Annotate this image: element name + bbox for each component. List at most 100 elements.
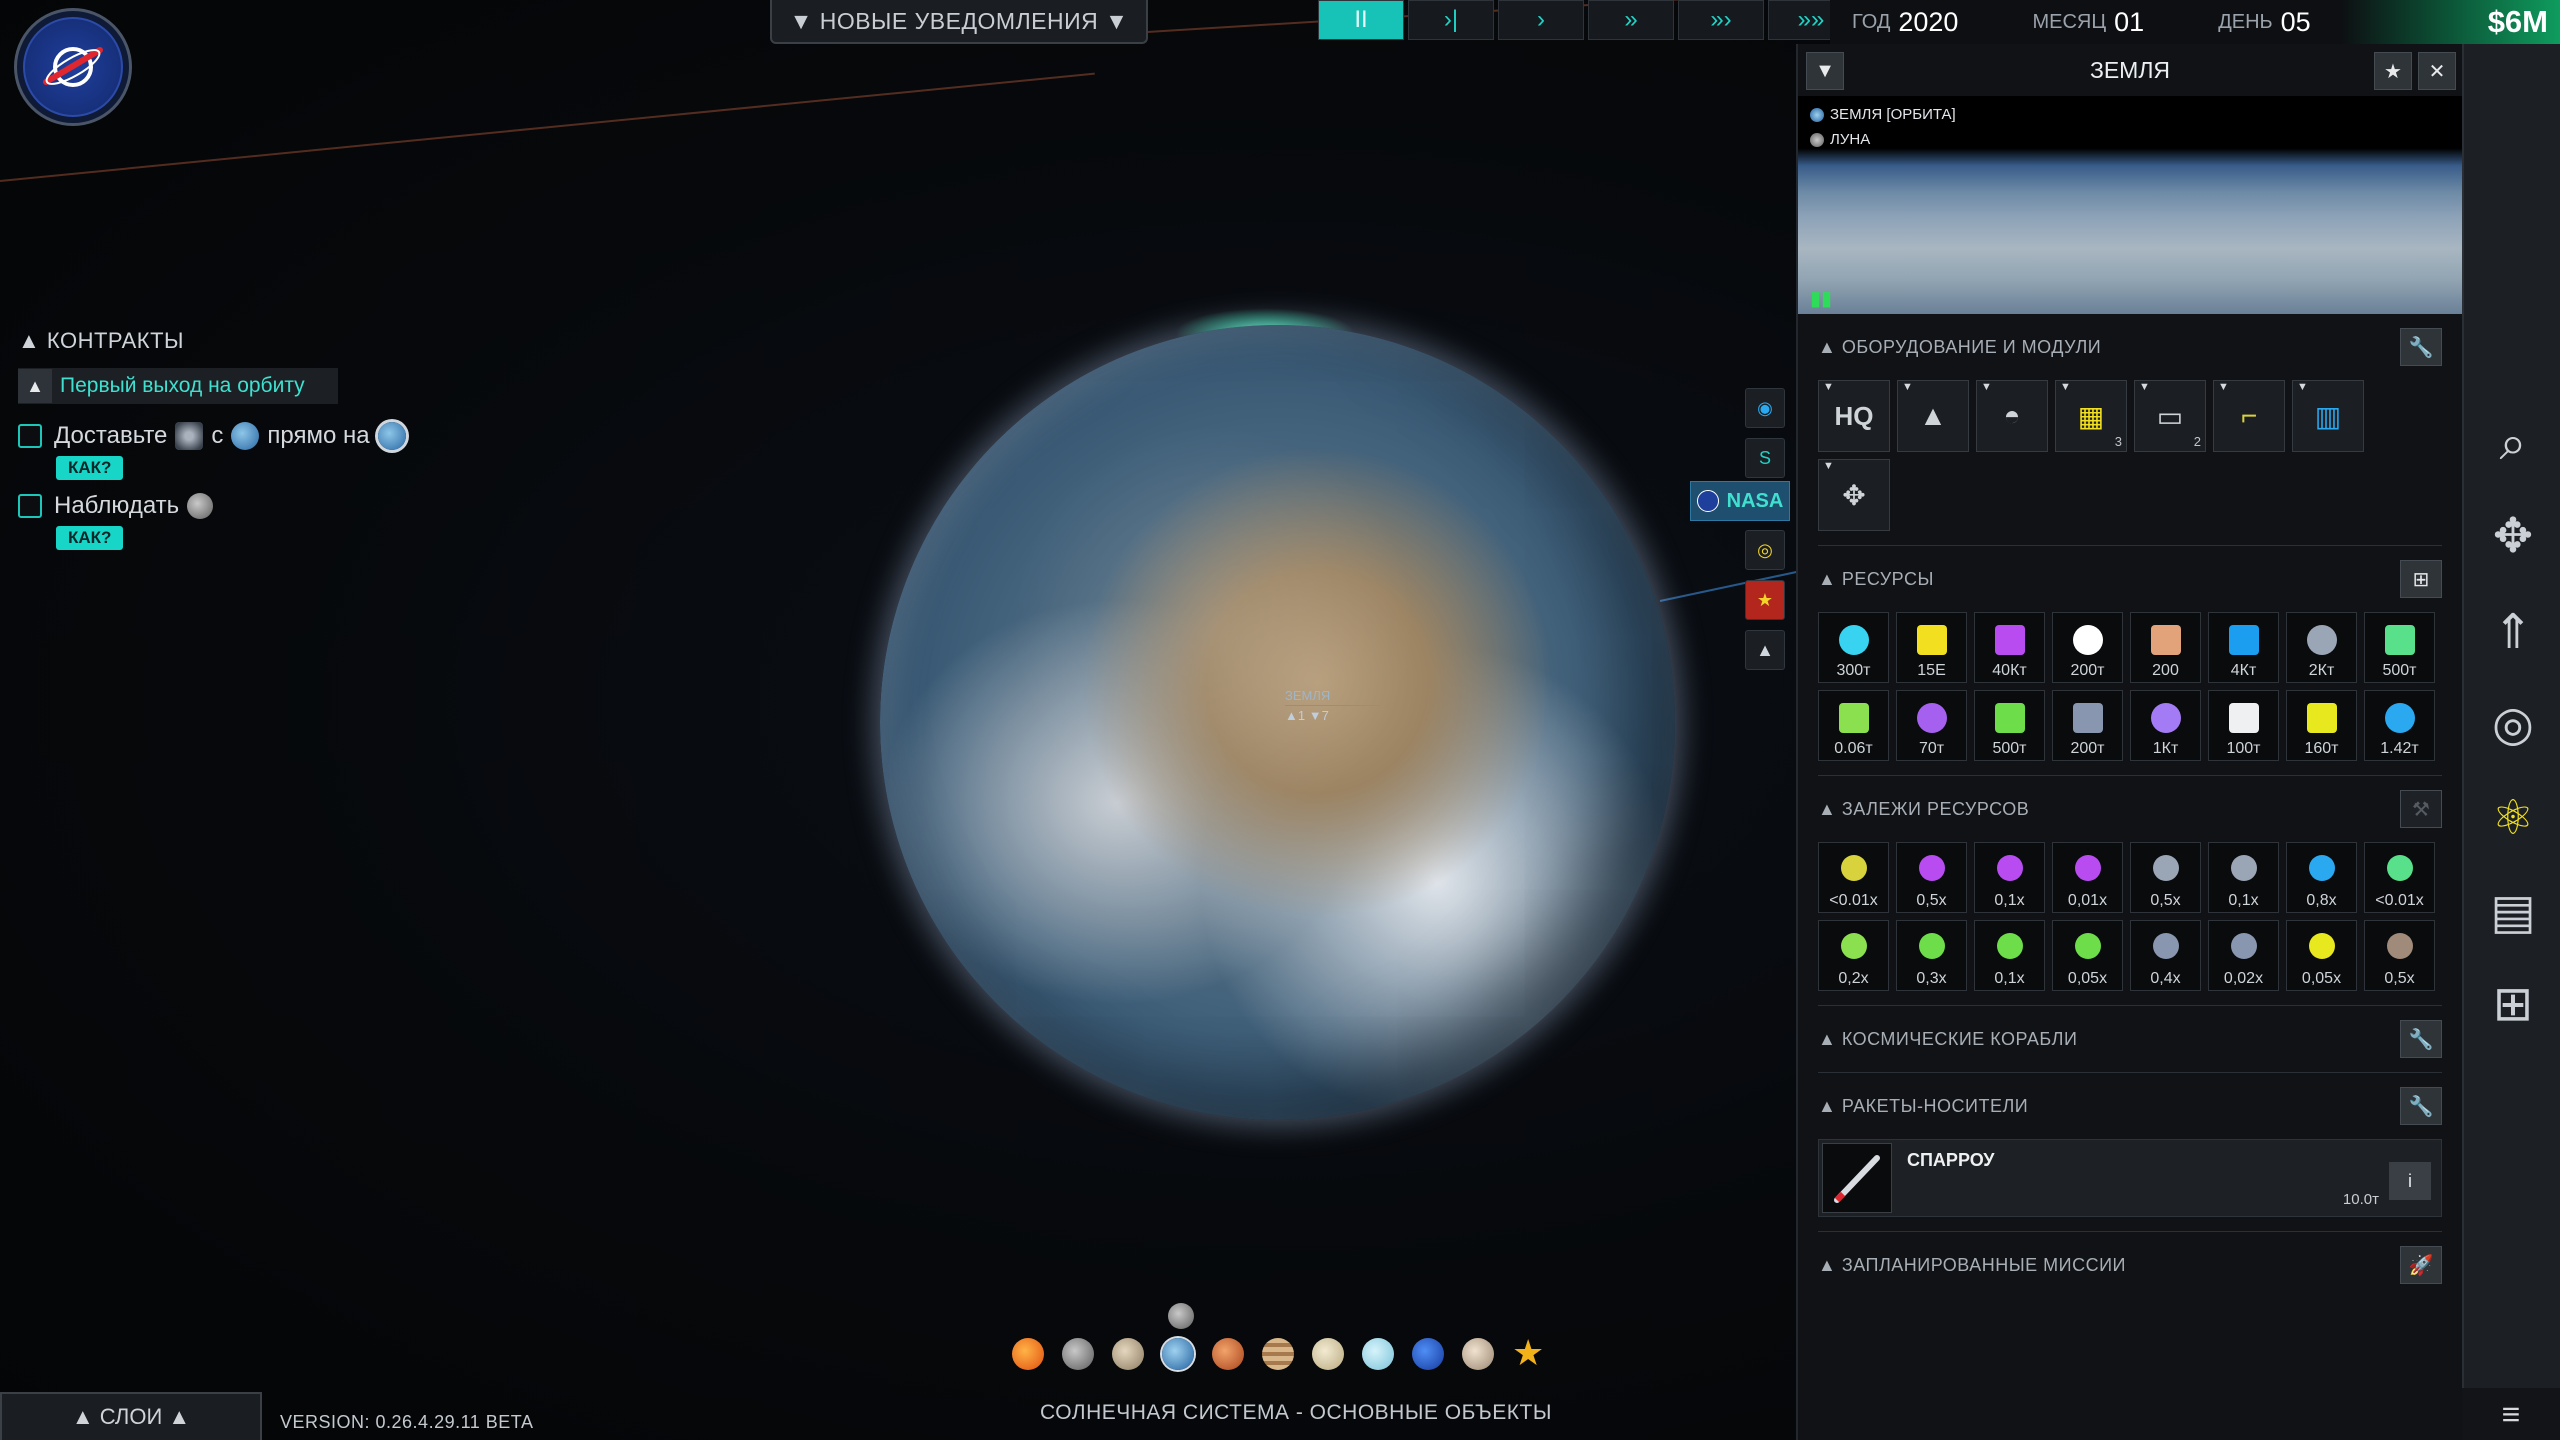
deposit-cell[interactable]: 0,05x <box>2052 920 2123 991</box>
collapse-icon[interactable]: ▲ <box>18 369 52 403</box>
deposit-cell[interactable]: 0,5x <box>2364 920 2435 991</box>
earth-planet[interactable] <box>880 325 1675 1120</box>
resource-network[interactable]: 70т <box>1896 690 1967 761</box>
exchange-icon[interactable]: ⊞ <box>2400 560 2442 598</box>
deposit-cell[interactable]: 0,8x <box>2286 842 2357 913</box>
nasa-agency-tag[interactable]: NASA <box>1690 481 1790 521</box>
china-agency-icon[interactable]: ★ <box>1745 580 1785 620</box>
deposits-header[interactable]: ▲ ЗАЛЕЖИ РЕСУРСОВ <box>1818 776 2442 842</box>
contract-item[interactable]: ▲ Первый выход на орбиту <box>18 368 338 404</box>
spacecraft-header[interactable]: ▲ КОСМИЧЕСКИЕ КОРАБЛИ <box>1818 1006 2442 1072</box>
robot-arm-module[interactable]: ▼ ⌐ <box>2213 380 2285 452</box>
favorite-star-button[interactable]: ★ <box>2374 52 2412 90</box>
moon-link[interactable]: ЛУНА <box>1810 131 1956 148</box>
resource-person[interactable]: 200 <box>2130 612 2201 683</box>
uranus-icon[interactable] <box>1362 1338 1394 1370</box>
satellite-module[interactable]: ▼ ✥ <box>1818 459 1890 531</box>
observatory-module[interactable]: ▼ ◓ <box>1976 380 2048 452</box>
speed-1-button[interactable]: › <box>1498 0 1584 40</box>
jupiter-icon[interactable] <box>1262 1338 1294 1370</box>
step-button[interactable]: ›| <box>1408 0 1494 40</box>
launch-tower-module[interactable]: ▼ ▲ <box>1897 380 1969 452</box>
atom-icon[interactable]: ⚛ <box>2474 778 2552 858</box>
moon-selector[interactable] <box>1168 1303 1194 1329</box>
how-button[interactable]: КАК? <box>56 526 124 550</box>
equipment-header[interactable]: ▲ ОБОРУДОВАНИЕ И МОДУЛИ <box>1818 314 2442 380</box>
resource-water[interactable]: 1.42т <box>2364 690 2435 761</box>
rocket-icon[interactable]: ⇑ <box>2474 592 2552 672</box>
close-panel-button[interactable]: ✕ <box>2418 52 2456 90</box>
deposit-cell[interactable]: 0,4x <box>2130 920 2201 991</box>
drill-icon[interactable]: ⚒ <box>2400 790 2442 828</box>
resource-medkit[interactable]: 200т <box>2052 612 2123 683</box>
globe-icon[interactable]: ◉ <box>1745 388 1785 428</box>
resource-cycle[interactable]: 4Кт <box>2208 612 2279 683</box>
deposit-cell[interactable]: <0.01x <box>1818 842 1889 913</box>
task-checkbox[interactable] <box>18 424 42 448</box>
solar-panel-module[interactable]: ▼ ▦ 3 <box>2055 380 2127 452</box>
menu-icon[interactable]: ≡ <box>2462 1388 2560 1440</box>
mars-icon[interactable] <box>1212 1338 1244 1370</box>
wrench-icon[interactable]: 🔧 <box>2400 328 2442 366</box>
contracts-header[interactable]: ▲ КОНТРАКТЫ <box>18 328 478 354</box>
esa-icon[interactable]: ◎ <box>1745 530 1785 570</box>
missions-header[interactable]: ▲ ЗАПЛАНИРОВАННЫЕ МИССИИ <box>1818 1232 2442 1298</box>
supply-icon[interactable]: S <box>1745 438 1785 478</box>
venus-icon[interactable] <box>1112 1338 1144 1370</box>
factory-module[interactable]: ▼ ▭ 2 <box>2134 380 2206 452</box>
sun-icon[interactable] <box>1012 1338 1044 1370</box>
resource-fuel-drop[interactable]: 40Кт <box>1974 612 2045 683</box>
deposit-cell[interactable]: 0,01x <box>2052 842 2123 913</box>
resources-header[interactable]: ▲ РЕСУРСЫ <box>1818 546 2442 612</box>
hq-module[interactable]: ▼ HQ <box>1818 380 1890 452</box>
layers-toggle[interactable]: ▲ СЛОИ ▲ <box>0 1392 262 1440</box>
resource-cluster[interactable]: 500т <box>2364 612 2435 683</box>
resource-panel[interactable]: 2Кт <box>2286 612 2357 683</box>
neptune-icon[interactable] <box>1412 1338 1444 1370</box>
saturn-icon[interactable] <box>1312 1338 1344 1370</box>
earth-icon[interactable] <box>1162 1338 1194 1370</box>
orbit-icon[interactable]: ◎ <box>2474 684 2552 764</box>
resource-rock[interactable]: 200т <box>2052 690 2123 761</box>
resource-molecule[interactable]: 0.06т <box>1818 690 1889 761</box>
planet-marker[interactable]: ЗЕМЛЯ ▲1 ▼7 <box>1285 688 1380 723</box>
deposit-cell[interactable]: 0,1x <box>1974 920 2045 991</box>
agency-logo[interactable] <box>14 8 132 126</box>
refinery-module[interactable]: ▼ ▥ <box>2292 380 2364 452</box>
notifications-toggle[interactable]: ▼ НОВЫЕ УВЕДОМЛЕНИЯ ▼ <box>770 0 1148 44</box>
resource-radiation[interactable]: 160т <box>2286 690 2357 761</box>
wrench-icon[interactable]: 🔧 <box>2400 1020 2442 1058</box>
launcher-info-button[interactable]: i <box>2389 1162 2431 1200</box>
task-checkbox[interactable] <box>18 494 42 518</box>
deposit-cell[interactable]: 0,2x <box>1818 920 1889 991</box>
money-balance[interactable]: $6M <box>2488 4 2548 40</box>
speed-3-button[interactable]: »› <box>1678 0 1764 40</box>
navigation-icon[interactable]: ▲ <box>1745 630 1785 670</box>
favorites-star-icon[interactable]: ★ <box>1512 1335 1544 1371</box>
deposit-cell[interactable]: 0,3x <box>1896 920 1967 991</box>
budget-icon[interactable]: ⊞ <box>2474 964 2552 1044</box>
resource-energy[interactable]: 15Е <box>1896 612 1967 683</box>
launchers-header[interactable]: ▲ РАКЕТЫ-НОСИТЕЛИ <box>1818 1073 2442 1139</box>
deposit-cell[interactable]: 0,1x <box>2208 842 2279 913</box>
pause-button[interactable]: II <box>1318 0 1404 40</box>
satellite-icon[interactable]: ✥ <box>2474 496 2552 576</box>
resource-food[interactable]: 100т <box>2208 690 2279 761</box>
resource-gem-violet[interactable]: 1Кт <box>2130 690 2201 761</box>
pluto-icon[interactable] <box>1462 1338 1494 1370</box>
mercury-icon[interactable] <box>1062 1338 1094 1370</box>
search-icon[interactable]: ⌕ <box>2474 404 2552 484</box>
deposit-cell[interactable]: <0.01x <box>2364 842 2435 913</box>
finance-report-icon[interactable]: ▤ <box>2474 872 2552 952</box>
how-button[interactable]: КАК? <box>56 456 124 480</box>
resource-gem-green[interactable]: 500т <box>1974 690 2045 761</box>
deposit-cell[interactable]: 0,1x <box>1974 842 2045 913</box>
deposit-cell[interactable]: 0,02x <box>2208 920 2279 991</box>
resource-chip[interactable]: 300т <box>1818 612 1889 683</box>
speed-2-button[interactable]: » <box>1588 0 1674 40</box>
collapse-panel-button[interactable]: ▼ <box>1806 52 1844 90</box>
launcher-item[interactable]: СПАРРОУ 10.0т i <box>1818 1139 2442 1217</box>
orbit-link[interactable]: ЗЕМЛЯ [ОРБИТА] <box>1810 106 1956 123</box>
wrench-icon[interactable]: 🔧 <box>2400 1087 2442 1125</box>
deposit-cell[interactable]: 0,5x <box>2130 842 2201 913</box>
